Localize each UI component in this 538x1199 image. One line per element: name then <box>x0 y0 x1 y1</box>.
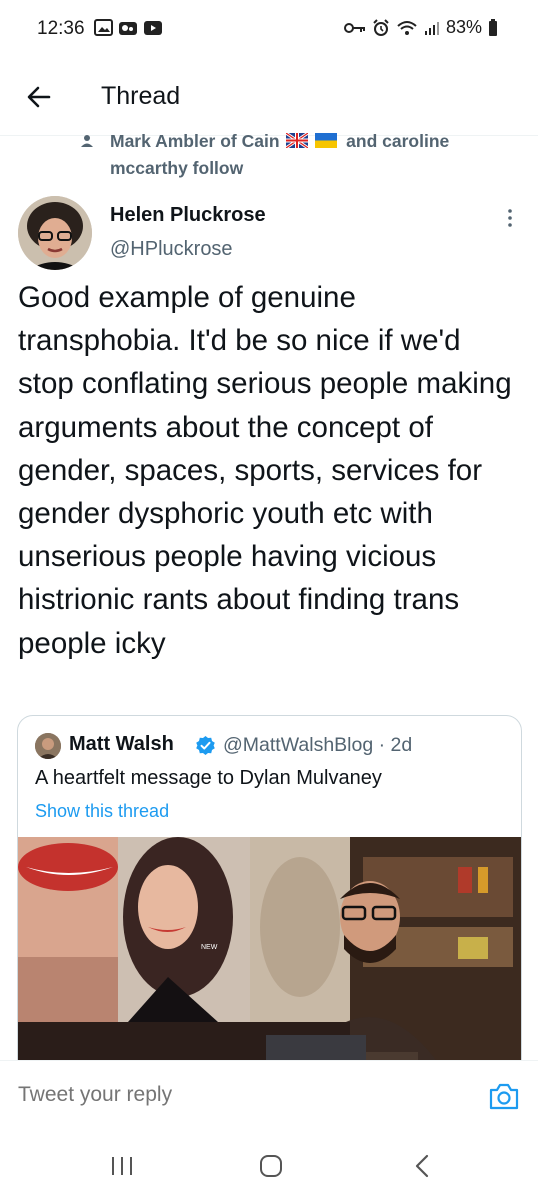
alarm-icon <box>373 18 389 36</box>
author-name[interactable]: Helen Pluckrose <box>110 204 266 227</box>
key-icon <box>343 22 365 33</box>
follow-context-icon <box>81 135 93 147</box>
youtube-icon <box>144 20 162 35</box>
top-app-bar: Thread <box>0 58 538 136</box>
home-icon[interactable] <box>256 1152 286 1180</box>
social-context[interactable]: Mark Ambler of Cain and caroline mccarth… <box>110 128 530 182</box>
quoted-tweet-card[interactable]: Matt Walsh @MattWalshBlog · 2d A heartfe… <box>17 715 522 1075</box>
video-watermark: NEW <box>201 944 218 951</box>
quote-text: A heartfelt message to Dylan Mulvaney <box>35 767 382 789</box>
back-nav-icon[interactable] <box>408 1152 438 1180</box>
more-options-icon[interactable] <box>500 206 520 230</box>
uk-flag-icon <box>286 133 309 148</box>
author-handle[interactable]: @HPluckrose <box>110 238 233 261</box>
show-thread-link[interactable]: Show this thread <box>35 801 169 822</box>
quote-video-thumbnail[interactable]: NEW <box>18 837 521 1074</box>
battery-percentage: 83% <box>445 17 482 37</box>
verified-badge-icon <box>196 736 215 755</box>
battery-icon <box>489 18 497 36</box>
quote-author-handle: @MattWalshBlog · 2d <box>223 734 413 756</box>
reply-input[interactable] <box>18 1083 438 1107</box>
status-time: 12:36 <box>37 18 85 39</box>
quote-author-name: Matt Walsh <box>69 733 174 755</box>
ukraine-flag-icon <box>315 133 338 148</box>
page-title: Thread <box>101 82 181 110</box>
reply-composer-bar <box>0 1060 538 1128</box>
tweet-text: Good example of genuine transphobia. It'… <box>18 281 512 660</box>
recent-apps-icon[interactable] <box>107 1152 137 1180</box>
cloud-icon <box>119 21 137 35</box>
wifi-icon <box>397 20 417 35</box>
quote-avatar <box>35 733 61 759</box>
gallery-icon <box>94 19 113 36</box>
camera-icon[interactable] <box>488 1081 520 1111</box>
signal-icon <box>424 21 439 35</box>
social-context-names: Mark Ambler of Cain <box>110 131 280 151</box>
avatar[interactable] <box>18 196 92 270</box>
status-bar: 12:36 83% <box>0 0 538 58</box>
system-navigation-bar <box>0 1128 538 1199</box>
back-arrow-icon[interactable] <box>22 80 56 114</box>
